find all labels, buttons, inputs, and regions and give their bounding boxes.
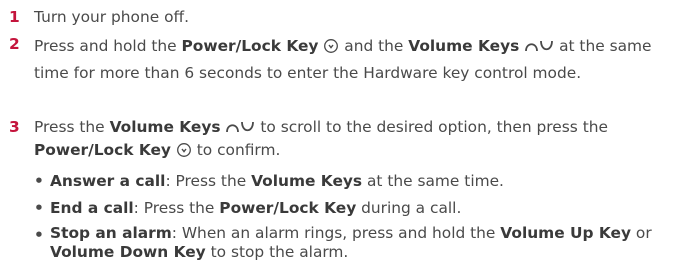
key-name: Power/Lock Key (181, 37, 319, 55)
key-name: Volume Keys (251, 172, 363, 190)
bullet-label: Stop an alarm (50, 224, 172, 242)
step-number: 3 (9, 118, 20, 136)
step-number: 2 (9, 35, 20, 53)
key-name: Power/Lock Key (219, 199, 357, 217)
key-name: Volume Keys (109, 118, 221, 136)
key-name: Volume Up Key (500, 224, 632, 242)
bullet-marker: • (34, 226, 44, 244)
bullet-marker: • (34, 172, 44, 190)
step-text: Turn your phone off. (34, 8, 189, 26)
volume-keys-icon (525, 40, 554, 52)
bullet-text: Stop an alarm: When an alarm rings, pres… (50, 224, 652, 261)
instructions-document: 1 Turn your phone off. 2 Press and hold … (0, 0, 693, 265)
step-text: Press the Volume Keys to scroll to the d… (34, 118, 608, 159)
key-name: Volume Keys (408, 37, 520, 55)
bullet-text: End a call: Press the Power/Lock Key dur… (50, 199, 462, 217)
key-name: Volume Down Key (50, 243, 206, 261)
power-lock-key-icon (324, 39, 339, 53)
bullet-marker: • (34, 199, 44, 217)
step-number: 1 (9, 8, 20, 26)
key-name: Power/Lock Key (34, 141, 171, 159)
step-text: Press and hold the Power/Lock Key and th… (34, 37, 652, 82)
bullet-label: End a call (50, 199, 134, 217)
bullet-label: Answer a call (50, 172, 166, 190)
bullet-text: Answer a call: Press the Volume Keys at … (50, 172, 504, 190)
volume-keys-icon (226, 121, 255, 133)
power-lock-key-icon (176, 143, 191, 157)
